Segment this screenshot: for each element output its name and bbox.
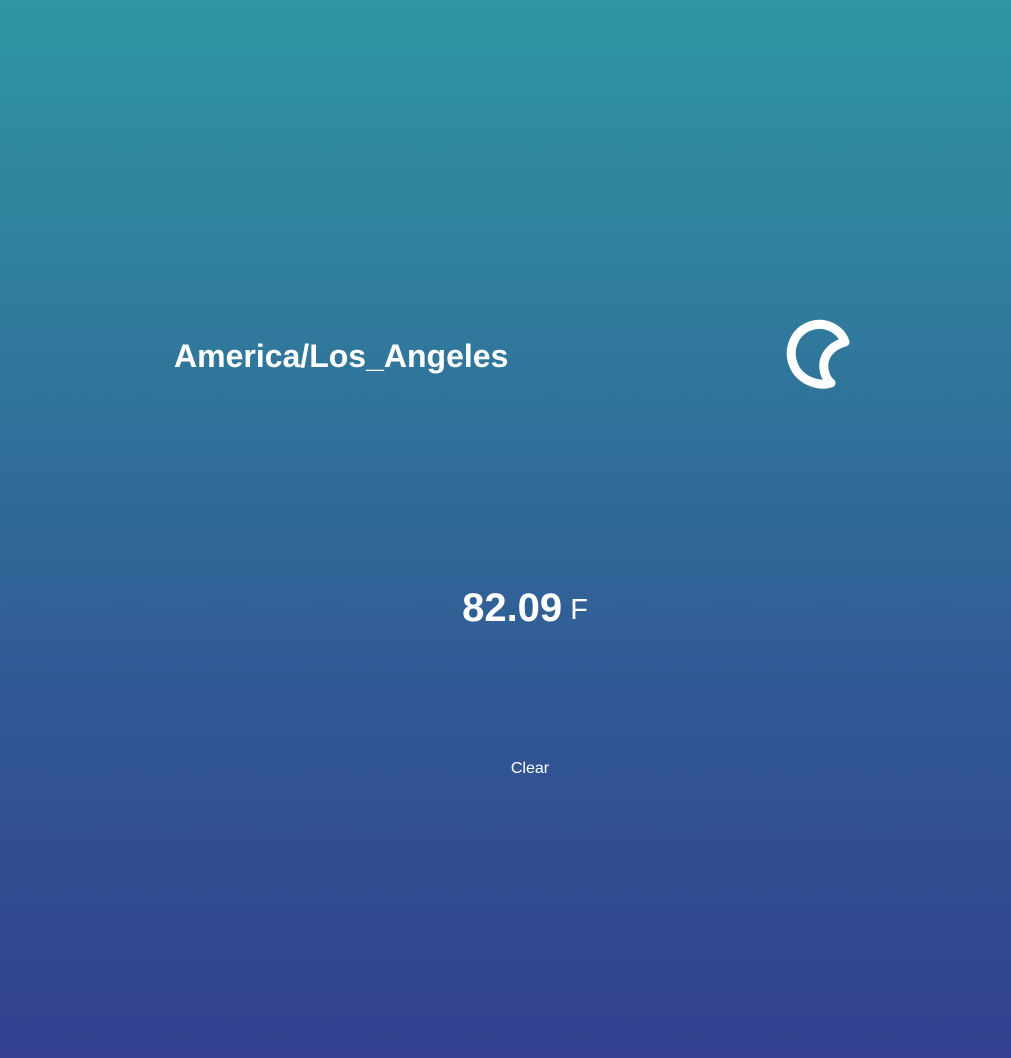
- temperature-value: 82.09: [462, 586, 563, 630]
- clear-button[interactable]: Clear: [490, 757, 570, 781]
- location-timezone: America/Los_Angeles: [174, 338, 509, 374]
- temperature-unit: F: [570, 594, 588, 626]
- moon-icon: [774, 314, 858, 398]
- temperature-display: 82.09 F: [0, 585, 1011, 631]
- weather-app: { "location": { "timezone": "America/Los…: [0, 0, 1011, 1058]
- moon-icon-graphic: [786, 319, 850, 389]
